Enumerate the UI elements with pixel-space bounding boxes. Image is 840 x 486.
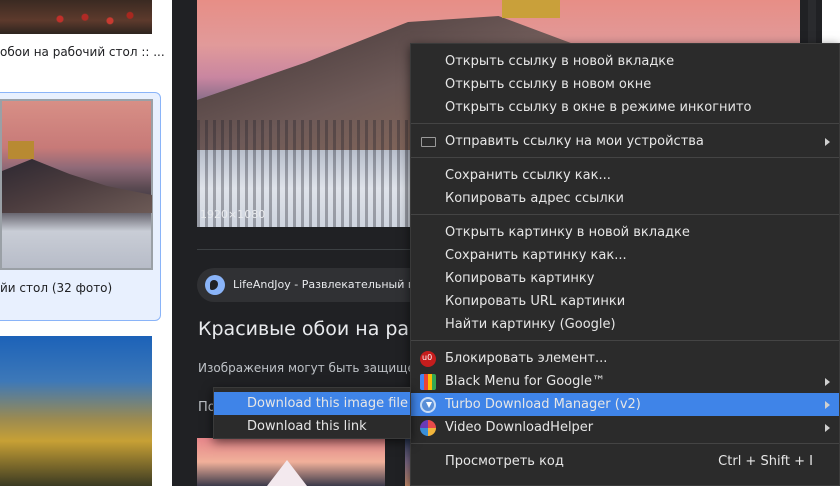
menu-item-label: Просмотреть код: [445, 454, 564, 469]
menu-item-save-image-as[interactable]: Сохранить картинку как...: [411, 244, 839, 267]
image-title[interactable]: Красивые обои на рабоч: [198, 318, 444, 340]
menu-item-label: Блокировать элемент...: [445, 351, 608, 366]
related-image[interactable]: [197, 438, 385, 486]
menu-item-turbo-download-manager[interactable]: Turbo Download Manager (v2): [411, 393, 839, 416]
result-caption[interactable]: обои на рабочий стол :: ...: [0, 45, 165, 59]
menu-item-label: Сохранить ссылку как...: [445, 168, 611, 183]
submenu-item-label: Download this image file: [247, 396, 409, 411]
menu-item-inspect[interactable]: Просмотреть код Ctrl + Shift + I: [411, 450, 839, 473]
context-menu: Открыть ссылку в новой вкладке Открыть с…: [410, 43, 840, 486]
menu-item-label: Открыть ссылку в окне в режиме инкогнито: [445, 100, 752, 115]
menu-item-label: Копировать картинку: [445, 271, 595, 286]
menu-item-label: Отправить ссылку на мои устройства: [445, 134, 704, 149]
menu-item-label: Найти картинку (Google): [445, 317, 616, 332]
menu-item-open-link-new-tab[interactable]: Открыть ссылку в новой вкладке: [411, 50, 839, 73]
related-image-peak: [267, 460, 307, 486]
result-thumbnail[interactable]: [0, 0, 152, 34]
submenu-item-label: Download this link: [247, 419, 367, 434]
turbo-download-icon: [420, 397, 436, 413]
menu-item-label: Открыть картинку в новой вкладке: [445, 225, 690, 240]
menu-item-video-downloadhelper[interactable]: Video DownloadHelper: [411, 416, 839, 439]
search-results-column: обои на рабочий стол :: ... йи стол (32 …: [0, 0, 172, 486]
source-name: LifeAndJoy - Развлекательный по: [233, 278, 422, 291]
menu-item-open-link-new-window[interactable]: Открыть ссылку в новом окне: [411, 73, 839, 96]
result-thumbnail[interactable]: [0, 336, 152, 486]
ublock-icon: [420, 351, 436, 367]
submenu-arrow-icon: [825, 138, 830, 146]
menu-separator: [411, 123, 839, 124]
menu-item-black-menu[interactable]: Black Menu for Google™: [411, 370, 839, 393]
menu-separator: [411, 443, 839, 444]
menu-item-copy-image[interactable]: Копировать картинку: [411, 267, 839, 290]
menu-item-open-image-new-tab[interactable]: Открыть картинку в новой вкладке: [411, 221, 839, 244]
menu-item-search-image-google[interactable]: Найти картинку (Google): [411, 313, 839, 336]
submenu-arrow-icon: [825, 378, 830, 386]
submenu-arrow-icon: [825, 424, 830, 432]
image-resolution: 1920×1080: [200, 208, 266, 221]
menu-item-send-to-devices[interactable]: Отправить ссылку на мои устройства: [411, 130, 839, 153]
menu-item-open-link-incognito[interactable]: Открыть ссылку в окне в режиме инкогнито: [411, 96, 839, 119]
menu-item-label: Video DownloadHelper: [445, 420, 594, 435]
image-castle: [502, 0, 560, 18]
submenu-item-download-link[interactable]: Download this link: [214, 415, 410, 438]
menu-separator: [411, 157, 839, 158]
black-menu-icon: [420, 374, 436, 390]
menu-item-label: Открыть ссылку в новой вкладке: [445, 54, 675, 69]
menu-item-label: Black Menu for Google™: [445, 374, 605, 389]
menu-item-block-element[interactable]: Блокировать элемент...: [411, 347, 839, 370]
copyright-note: Изображения могут быть защищены: [198, 361, 433, 375]
menu-item-copy-image-url[interactable]: Копировать URL картинки: [411, 290, 839, 313]
thumbnail-hill: [2, 159, 152, 213]
video-downloadhelper-icon: [420, 420, 436, 436]
menu-item-label: Копировать URL картинки: [445, 294, 626, 309]
thumbnail-castle: [8, 141, 34, 159]
menu-item-label: Копировать адрес ссылки: [445, 191, 624, 206]
device-icon: [421, 137, 436, 147]
menu-separator: [411, 340, 839, 341]
menu-item-shortcut: Ctrl + Shift + I: [718, 454, 813, 469]
menu-item-save-link-as[interactable]: Сохранить ссылку как...: [411, 164, 839, 187]
menu-item-copy-link-address[interactable]: Копировать адрес ссылки: [411, 187, 839, 210]
globe-icon: [205, 275, 225, 295]
menu-separator: [411, 214, 839, 215]
thumbnail-decoration: [40, 10, 140, 28]
turbo-download-submenu: Download this image file Download this l…: [213, 387, 411, 439]
submenu-arrow-icon: [825, 401, 830, 409]
selected-result-caption[interactable]: йи стол (32 фото): [0, 281, 112, 295]
menu-item-label: Turbo Download Manager (v2): [445, 397, 641, 412]
menu-item-label: Открыть ссылку в новом окне: [445, 77, 652, 92]
submenu-item-download-image[interactable]: Download this image file: [214, 392, 410, 415]
selected-result-thumbnail[interactable]: [0, 99, 153, 270]
menu-item-label: Сохранить картинку как...: [445, 248, 627, 263]
